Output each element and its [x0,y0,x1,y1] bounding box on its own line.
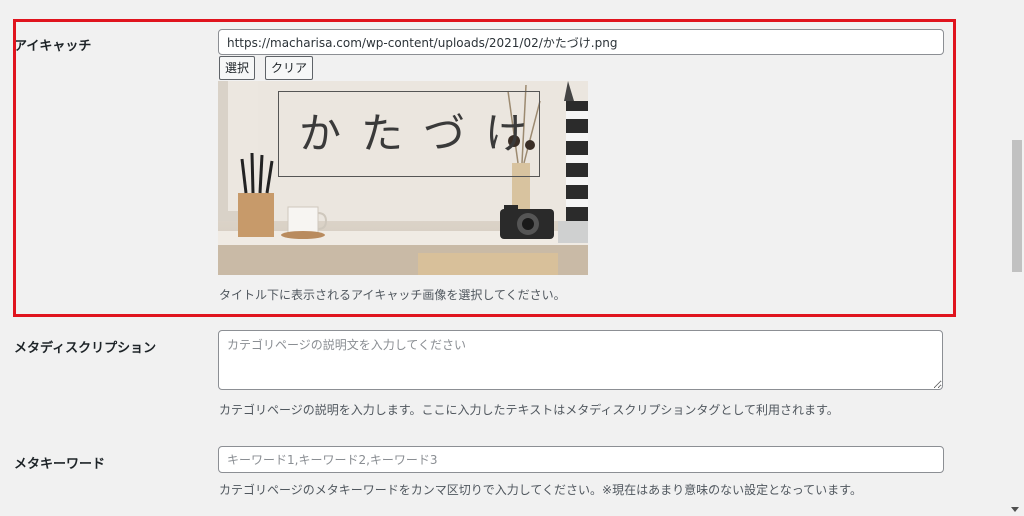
scrollbar-thumb[interactable] [1012,140,1022,272]
page-scrollbar[interactable] [1007,0,1024,516]
meta-description-label: メタディスクリプション [14,341,157,356]
scroll-down-arrow-icon[interactable] [1011,507,1019,512]
meta-keywords-input[interactable] [218,446,944,473]
highlight-frame [13,19,956,317]
settings-page: アイキャッチ 選択 クリア [0,0,1024,516]
meta-keywords-label: メタキーワード [14,457,106,472]
meta-description-help: カテゴリページの説明を入力します。ここに入力したテキストはメタディスクリプション… [219,403,839,417]
meta-description-textarea[interactable] [218,330,943,390]
meta-keywords-help: カテゴリページのメタキーワードをカンマ区切りで入力してください。※現在はあまり意… [219,483,862,497]
